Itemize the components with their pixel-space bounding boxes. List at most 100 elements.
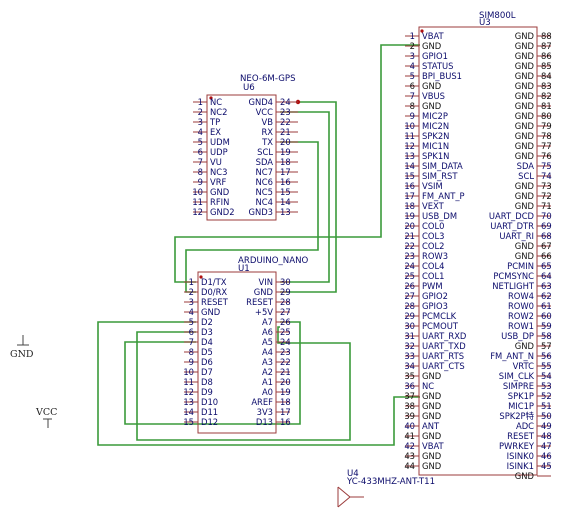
pin-number: 19 bbox=[280, 147, 291, 157]
pin-number: 73 bbox=[541, 181, 552, 191]
pin-label: BPI_BUS1 bbox=[422, 71, 462, 81]
pin-number: 26 bbox=[280, 317, 291, 327]
pin-number: 51 bbox=[541, 401, 552, 411]
pin-number: 1 bbox=[189, 277, 194, 287]
pin-number: 83 bbox=[541, 81, 552, 91]
pin-label: MIC2P bbox=[422, 111, 448, 121]
pin-label: STATUS bbox=[422, 61, 453, 71]
gnd-symbol[interactable]: GND bbox=[10, 335, 34, 360]
pin-number: 68 bbox=[541, 231, 552, 241]
pin-label: NC3 bbox=[210, 167, 227, 177]
pin-label: VSIM bbox=[422, 181, 443, 191]
pin-number: 29 bbox=[404, 311, 415, 321]
pin-number: 42 bbox=[404, 441, 415, 451]
pin-label: A3 bbox=[262, 357, 273, 367]
pin-label: +5V bbox=[255, 307, 273, 317]
pin-label: UDM bbox=[210, 137, 230, 147]
pin-label: A5 bbox=[262, 337, 273, 347]
pin-number: 15 bbox=[280, 187, 291, 197]
pin-number: 80 bbox=[541, 111, 552, 121]
pin-label: UART_RTS bbox=[422, 351, 464, 361]
pin-number: 27 bbox=[404, 291, 415, 301]
pin-label: GND bbox=[515, 251, 534, 261]
pin-label: UART_RXD bbox=[422, 331, 466, 341]
pin-label: GND4 bbox=[248, 97, 273, 107]
pin-label: GND bbox=[515, 181, 534, 191]
pin-label: A0 bbox=[262, 387, 273, 397]
pin-label: ROW0 bbox=[508, 301, 534, 311]
pin-label: ISINK0 bbox=[507, 451, 534, 461]
pin-label: SDA bbox=[256, 157, 274, 167]
pin-number: 14 bbox=[183, 407, 194, 417]
pin-number: 9 bbox=[189, 357, 194, 367]
pin-number: 84 bbox=[541, 71, 552, 81]
pin-number: 17 bbox=[280, 407, 291, 417]
pin-label: NC4 bbox=[256, 197, 273, 207]
vcc-label: VCC bbox=[35, 407, 57, 418]
pin-label: D3 bbox=[201, 327, 213, 337]
pin-label: D10 bbox=[201, 397, 218, 407]
pin-label: UART_TXD bbox=[422, 341, 466, 351]
pin-label: D7 bbox=[201, 367, 213, 377]
pin-number: 16 bbox=[404, 181, 415, 191]
pin-number: 35 bbox=[404, 371, 415, 381]
pin-number: 60 bbox=[541, 311, 552, 321]
pin-label: NETLIGHT bbox=[492, 281, 535, 291]
pin-label: PCMCLK bbox=[422, 311, 457, 321]
pin-label: ADC bbox=[516, 421, 534, 431]
pin-label: MIC1N bbox=[422, 141, 449, 151]
pin-number: 81 bbox=[541, 101, 552, 111]
pin-number: 71 bbox=[541, 201, 552, 211]
pin-number: 37 bbox=[404, 391, 415, 401]
pin-label: EX bbox=[210, 127, 221, 137]
pin-label: GND bbox=[422, 101, 441, 111]
arduino-nano-u1[interactable]: ARDUINO_NANO U1 1 D1/TX2 D0/RX3 RESET4 GND5 D… bbox=[183, 256, 309, 434]
pin-label: GND2 bbox=[210, 207, 235, 217]
pin-number: 17 bbox=[280, 167, 291, 177]
pin-number: 67 bbox=[541, 241, 552, 251]
pin-number: 28 bbox=[404, 301, 415, 311]
pin-label: D11 bbox=[201, 407, 218, 417]
gps-left-pins: 1 NC2 NC23 TP4 EX5 UDM6 UDP7 VU8 NC39 VRF10 GND11 R… bbox=[192, 97, 234, 217]
pin-number: 48 bbox=[541, 431, 552, 441]
pin-label: ROW1 bbox=[508, 321, 534, 331]
gps-module-u6[interactable]: NEO-6M-GPS U6 1 NC2 NC23 TP4 EX5 UDM6 UDP7 VU8 N… bbox=[192, 74, 298, 221]
pin-label: COL1 bbox=[422, 271, 444, 281]
pin-label: RESET bbox=[201, 297, 229, 307]
pin-label: VEXT bbox=[422, 201, 445, 211]
pin-label: VBAT bbox=[422, 31, 445, 41]
pin-number: 14 bbox=[280, 197, 291, 207]
pin-label: GPIO2 bbox=[422, 291, 448, 301]
pin-label: GND bbox=[515, 91, 534, 101]
pin-label: ISINK1 bbox=[507, 461, 534, 471]
pin-label: D6 bbox=[201, 357, 213, 367]
sim800l-module-u3[interactable]: SIM800L U3 1 VBAT2 GND3 GPIO14 STATUS5 BPI_BU… bbox=[404, 11, 551, 481]
schematic-canvas: NEO-6M-GPS U6 1 NC2 NC23 TP4 EX5 UDM6 UDP7 VU8 N… bbox=[10, 11, 552, 508]
pin-label: GND bbox=[515, 31, 534, 41]
pin-number: 12 bbox=[183, 387, 194, 397]
pin-label: GND bbox=[515, 141, 534, 151]
pin-label: SIM_DATA bbox=[422, 161, 463, 171]
pin-number: 30 bbox=[404, 321, 415, 331]
pin-label: ANT bbox=[422, 421, 440, 431]
pin-number: 8 bbox=[198, 167, 203, 177]
nano-left-pins: 1 D1/TX 2 D0/RX 3 RESET 4 GND 5 D2 6 D3 7 D4 8 D5 9 D6 10 D… bbox=[183, 277, 228, 427]
pin-label: D5 bbox=[201, 347, 213, 357]
vcc-symbol[interactable]: VCC bbox=[35, 407, 57, 428]
pin-number: 41 bbox=[404, 431, 415, 441]
pin-label: COL0 bbox=[422, 221, 444, 231]
pin-label: NC7 bbox=[256, 167, 273, 177]
pin-label: USB_DP bbox=[501, 331, 534, 341]
pin-number: 86 bbox=[541, 51, 552, 61]
pin-label: VIN bbox=[259, 277, 273, 287]
pin-label: 3V3 bbox=[257, 407, 273, 417]
pin-label: D9 bbox=[201, 387, 213, 397]
pin-label: VRF bbox=[210, 177, 227, 187]
pin-number: 61 bbox=[541, 301, 552, 311]
pin-number: 72 bbox=[541, 191, 552, 201]
pin-number: 28 bbox=[280, 297, 291, 307]
pin-number: 6 bbox=[189, 327, 194, 337]
pin-number: 1 bbox=[198, 97, 203, 107]
nano-ref-label: U1 bbox=[238, 264, 250, 274]
pin-label: D13 bbox=[256, 417, 273, 427]
